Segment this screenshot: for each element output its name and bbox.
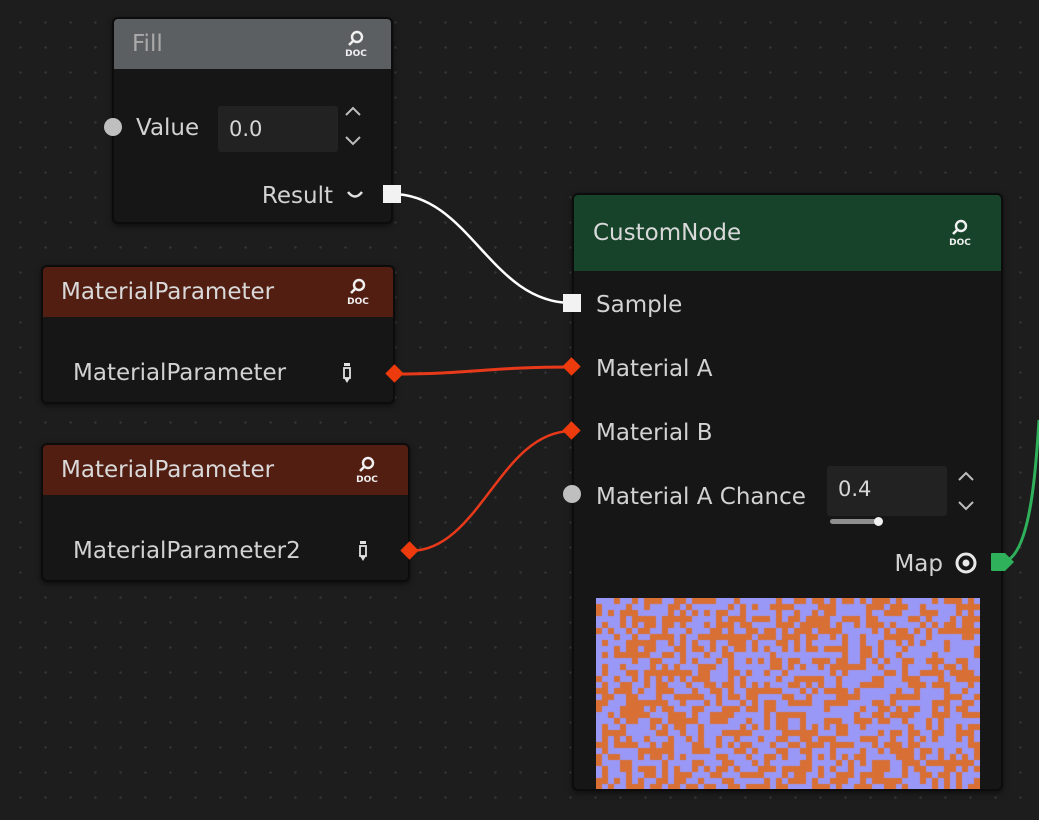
value-spinner-icon[interactable] — [343, 105, 363, 151]
pin-icon[interactable] — [358, 540, 368, 562]
doc-search-icon[interactable]: DOC — [947, 218, 973, 248]
sample-row: Sample — [574, 285, 1001, 325]
custom-node-header[interactable]: CustomNode DOC — [574, 195, 1001, 271]
sample-input-port[interactable] — [563, 294, 581, 312]
wire-param2-to-material-b[interactable] — [409, 429, 573, 553]
value-label: Value — [136, 115, 200, 141]
fill-node-title: Fill — [132, 31, 163, 57]
material-a-chance-input[interactable]: 0.4 — [827, 466, 947, 516]
material-b-row: Material B — [574, 413, 1001, 453]
material-parameter-2-row: MaterialParameter2 — [43, 531, 408, 571]
material-a-chance-label: Material A Chance — [596, 484, 806, 510]
pin-icon[interactable] — [342, 362, 352, 384]
material-parameter-node-1-header[interactable]: MaterialParameter DOC — [43, 267, 393, 317]
map-label: Map — [894, 551, 943, 577]
result-output-port[interactable] — [383, 185, 401, 203]
material-a-chance-spinner-icon[interactable] — [956, 470, 976, 516]
material-a-row: Material A — [574, 349, 1001, 389]
value-input[interactable]: 0.0 — [218, 106, 338, 152]
svg-text:DOC: DOC — [347, 297, 369, 307]
material-a-chance-input-port[interactable] — [563, 485, 581, 503]
material-a-chance-slider-knob[interactable] — [873, 517, 883, 526]
material-parameter-node-2-header[interactable]: MaterialParameter DOC — [43, 445, 408, 495]
chevron-down-icon[interactable] — [346, 189, 364, 201]
svg-text:DOC: DOC — [345, 49, 367, 59]
eye-icon[interactable] — [954, 551, 978, 575]
wire-result-to-sample[interactable] — [391, 192, 573, 305]
map-row: Map — [574, 544, 1001, 584]
result-label: Result — [261, 183, 333, 209]
material-a-label: Material A — [596, 356, 713, 382]
wire-map-output[interactable] — [1001, 419, 1039, 564]
svg-text:DOC: DOC — [356, 475, 378, 485]
doc-search-icon[interactable]: DOC — [343, 29, 369, 59]
material-parameter-1-output-label: MaterialParameter — [73, 360, 287, 386]
fill-node[interactable]: Fill DOC Value 0.0 Result — [112, 17, 393, 224]
map-output-port[interactable] — [990, 552, 1016, 572]
custom-node-title: CustomNode — [593, 220, 742, 246]
doc-search-icon[interactable]: DOC — [345, 277, 371, 307]
material-b-label: Material B — [596, 420, 713, 446]
fill-node-header[interactable]: Fill DOC — [114, 19, 391, 69]
sample-label: Sample — [596, 292, 683, 318]
map-preview-image — [596, 598, 980, 789]
material-parameter-node-1-title: MaterialParameter — [61, 279, 275, 305]
material-parameter-node-2-title: MaterialParameter — [61, 457, 275, 483]
material-parameter-2-output-label: MaterialParameter2 — [73, 538, 301, 564]
material-parameter-node-1[interactable]: MaterialParameter DOC MaterialParameter — [41, 265, 395, 404]
svg-text:DOC: DOC — [949, 238, 971, 248]
wire-param1-to-material-a[interactable] — [394, 365, 573, 376]
material-parameter-node-2[interactable]: MaterialParameter DOC MaterialParameter2 — [41, 443, 410, 582]
material-parameter-1-row: MaterialParameter — [43, 353, 393, 393]
doc-search-icon[interactable]: DOC — [354, 455, 380, 485]
value-input-port[interactable] — [104, 118, 122, 136]
